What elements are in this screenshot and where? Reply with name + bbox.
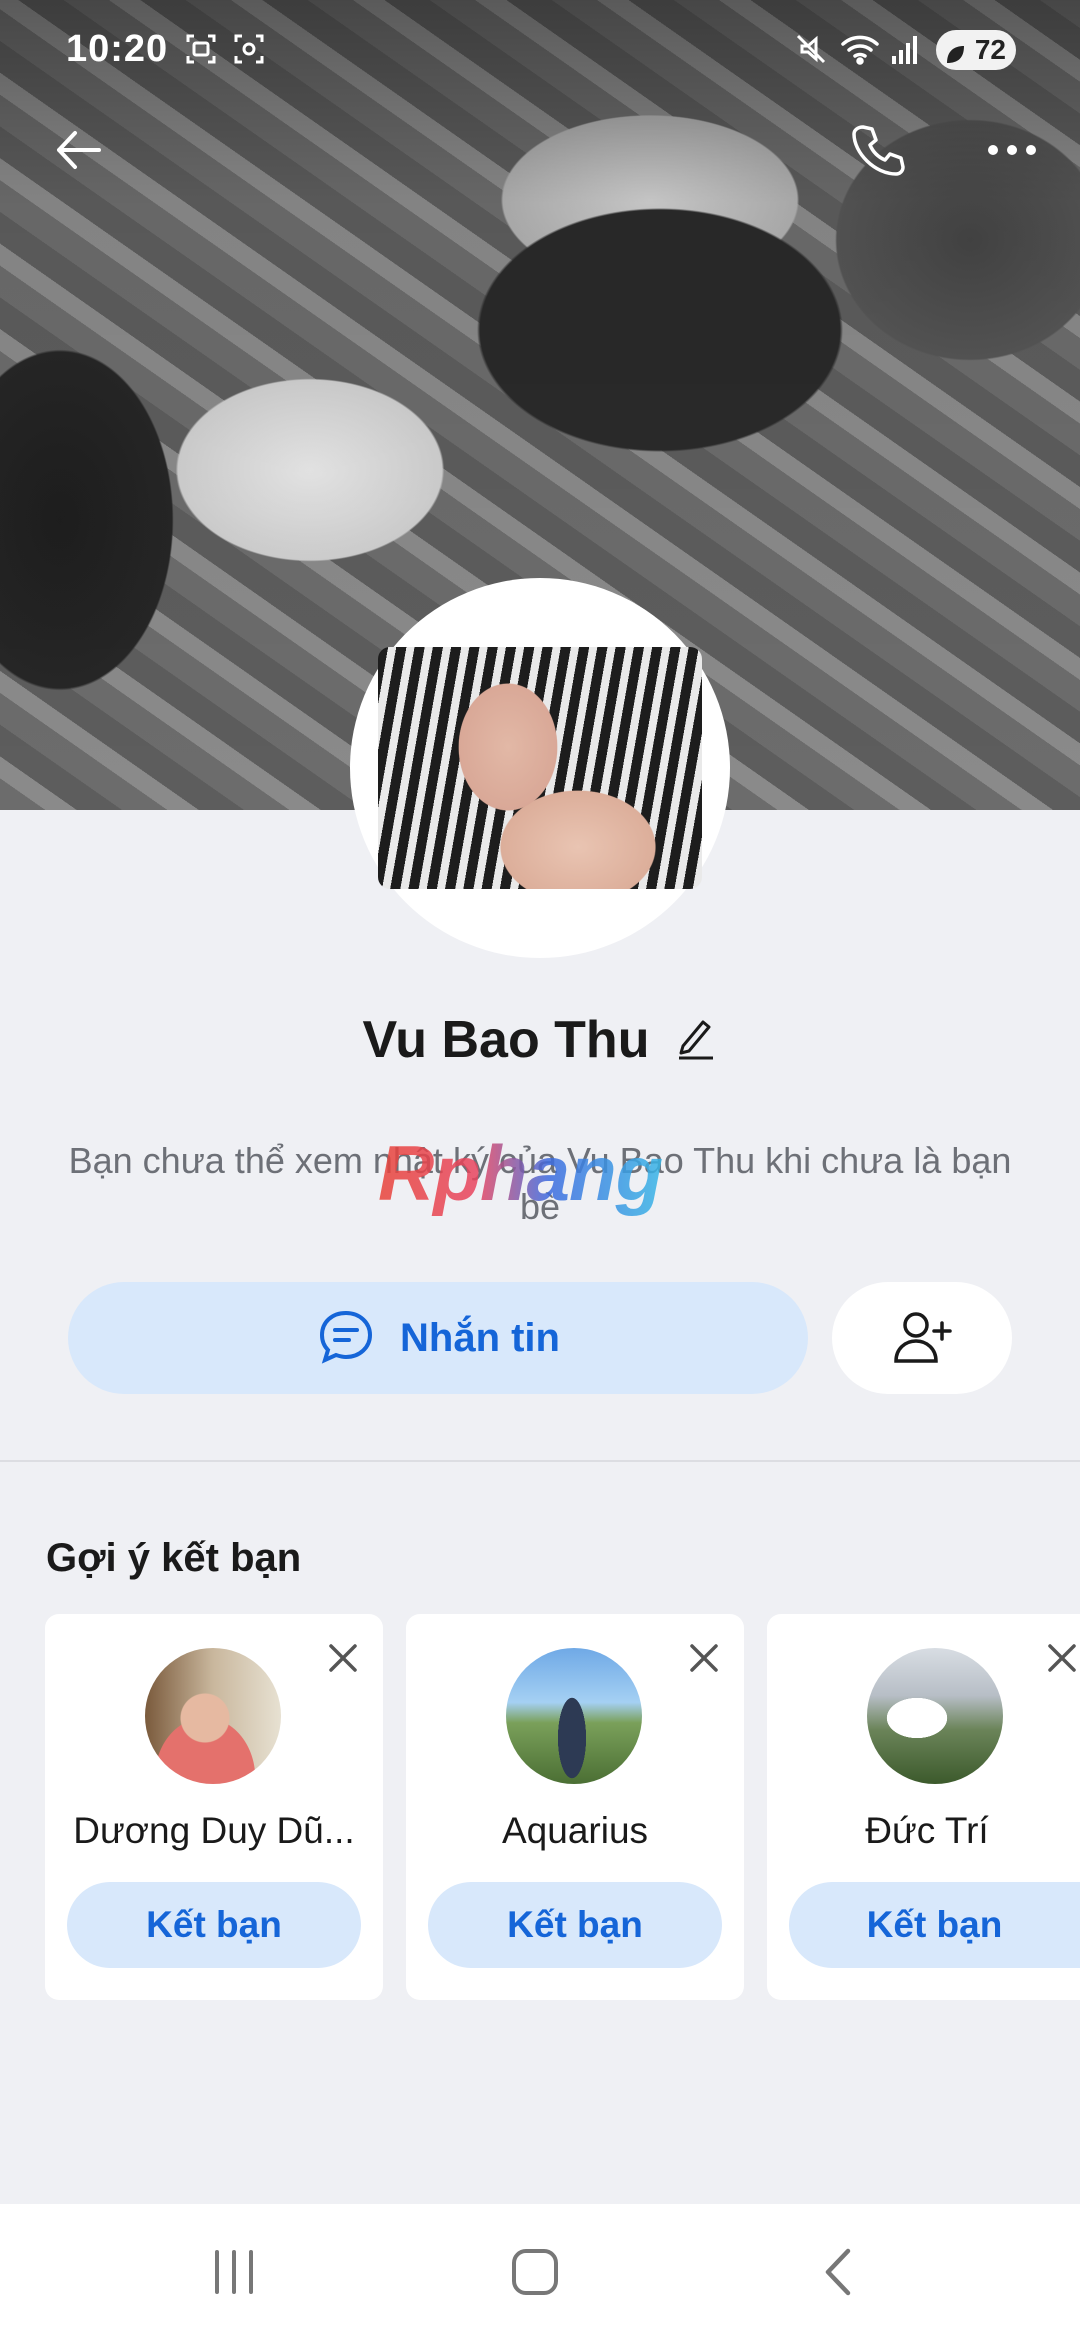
battery-level: 72 — [974, 34, 1006, 65]
suggestion-card[interactable]: Dương Duy Dũ... Kết bạn — [45, 1614, 383, 2000]
chat-bubble-icon — [316, 1307, 376, 1370]
watermark-logo: Rphang — [378, 1129, 663, 1217]
chevron-left-icon — [818, 2247, 858, 2302]
message-button-label: Nhắn tin — [400, 1315, 560, 1360]
power-saving-icon — [944, 38, 966, 63]
suggestion-avatar[interactable] — [867, 1648, 1003, 1784]
phone-icon — [849, 121, 907, 184]
suggestion-avatar[interactable] — [145, 1648, 281, 1784]
home-icon — [510, 2247, 560, 2302]
arrow-left-icon — [51, 123, 105, 182]
call-button[interactable] — [838, 112, 918, 192]
edit-icon[interactable] — [675, 1016, 717, 1065]
recent-apps-icon — [209, 2248, 259, 2301]
add-friend-suggestion-button[interactable]: Kết bạn — [789, 1882, 1080, 1968]
close-icon[interactable] — [1044, 1640, 1080, 1676]
add-friend-suggestion-button[interactable]: Kết bạn — [67, 1882, 361, 1968]
add-friend-button[interactable] — [832, 1282, 1012, 1394]
suggestions-title: Gợi ý kết bạn — [46, 1536, 302, 1580]
status-time: 10:20 — [66, 28, 169, 70]
suggestion-card[interactable]: Aquarius Kết bạn — [406, 1614, 744, 2000]
avatar-image — [378, 647, 702, 889]
suggestion-avatar[interactable] — [506, 1648, 642, 1784]
back-button[interactable] — [38, 112, 118, 192]
suggestion-name: Đức Trí — [865, 1810, 989, 1851]
home-button[interactable] — [503, 2242, 567, 2306]
recent-apps-button[interactable] — [202, 2242, 266, 2306]
back-nav-button[interactable] — [806, 2242, 870, 2306]
screen-record-icon — [232, 32, 266, 66]
message-button[interactable]: Nhắn tin — [68, 1282, 808, 1394]
add-friend-suggestion-button[interactable]: Kết bạn — [428, 1882, 722, 1968]
more-button[interactable] — [972, 112, 1052, 192]
battery-indicator: 72 — [936, 30, 1016, 70]
mute-icon — [794, 32, 828, 66]
signal-icon — [890, 32, 924, 66]
status-bar: 10:20 72 — [0, 0, 1080, 100]
add-user-icon — [890, 1307, 954, 1370]
close-icon[interactable] — [686, 1640, 722, 1676]
suggestion-name: Aquarius — [501, 1810, 649, 1851]
section-divider — [0, 1460, 1080, 1462]
system-nav-bar — [0, 2204, 1080, 2340]
suggestion-name: Dương Duy Dũ... — [73, 1810, 355, 1851]
close-icon[interactable] — [325, 1640, 361, 1676]
more-dots-icon — [987, 143, 1037, 162]
avatar[interactable] — [350, 578, 730, 958]
profile-name-row: Vu Bao Thu — [0, 1000, 1080, 1080]
profile-name: Vu Bao Thu — [362, 1011, 650, 1069]
suggestion-card[interactable]: Đức Trí Kết bạn — [767, 1614, 1080, 2000]
wifi-icon — [840, 32, 879, 66]
screenshot-icon — [184, 32, 218, 66]
